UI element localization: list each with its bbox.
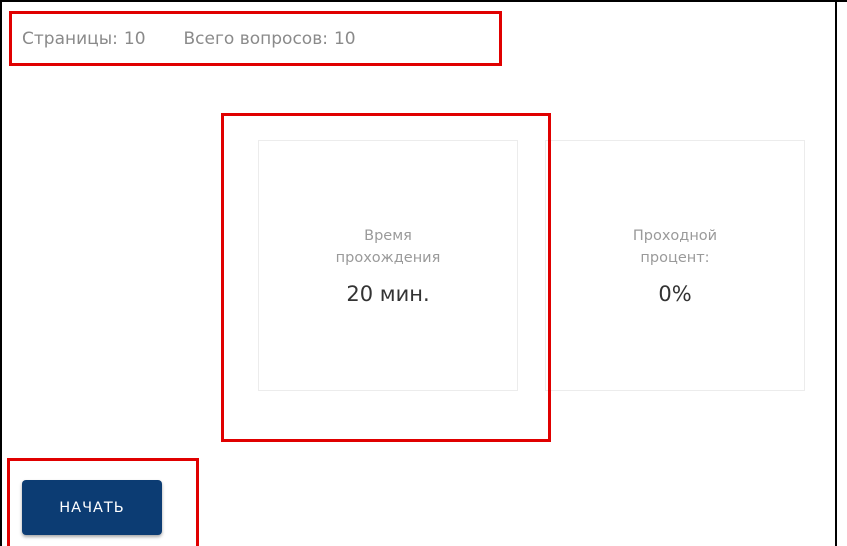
- time-limit-card: Время прохождения 20 мин.: [258, 140, 518, 391]
- pass-percent-card: Проходной процент: 0%: [545, 140, 805, 391]
- questions-count: 10: [333, 29, 356, 49]
- quiz-stats-bar: Страницы: 10 Всего вопросов: 10: [22, 28, 356, 50]
- time-limit-label: Время прохождения: [335, 228, 441, 266]
- pages-stat: Страницы: 10: [22, 28, 146, 50]
- questions-label: Всего вопросов:: [183, 29, 328, 49]
- frame-right-edge: [835, 0, 837, 546]
- pass-percent-label: Проходной процент:: [632, 228, 718, 266]
- pass-percent-value: 0%: [658, 282, 692, 306]
- frame-left-edge: [0, 0, 2, 546]
- time-limit-value: 20 мин.: [346, 282, 430, 306]
- quiz-start-screen: Страницы: 10 Всего вопросов: 10 Время пр…: [0, 0, 847, 546]
- start-button[interactable]: НАЧАТЬ: [22, 480, 162, 535]
- pages-count: 10: [123, 29, 146, 49]
- questions-stat: Всего вопросов: 10: [184, 28, 356, 50]
- pages-label: Страницы:: [22, 29, 118, 49]
- frame-top-edge: [0, 0, 847, 2]
